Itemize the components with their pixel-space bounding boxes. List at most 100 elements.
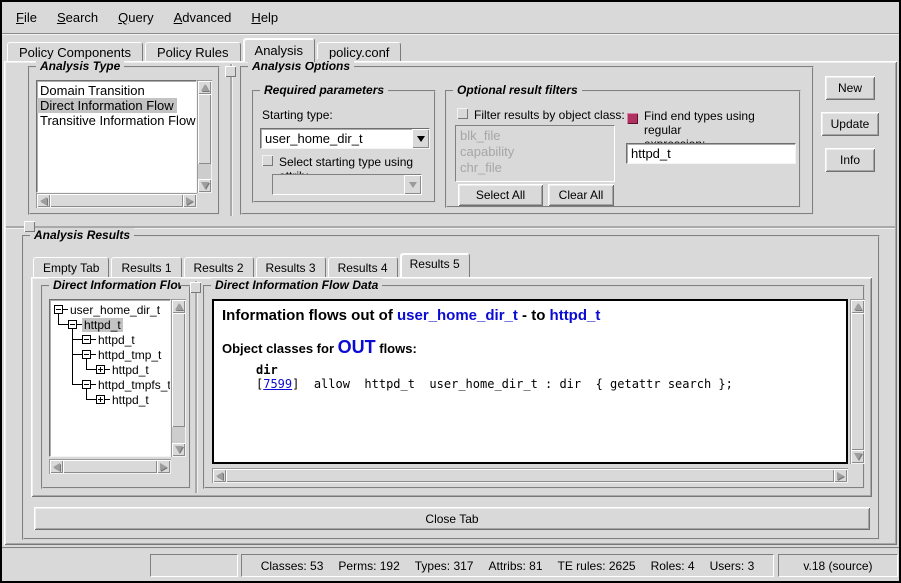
close-tab-button[interactable]: Close Tab	[34, 507, 870, 530]
tree-node[interactable]: httpd_t	[110, 363, 151, 377]
scroll-up-icon[interactable]	[172, 300, 185, 313]
results-tab[interactable]: Results 3	[256, 257, 326, 277]
results-sash-vertical[interactable]	[195, 281, 197, 493]
main-tab[interactable]: Analysis	[243, 38, 315, 62]
chevron-down-icon[interactable]	[412, 129, 429, 148]
menu-item[interactable]: Help	[241, 4, 288, 31]
analysis-results-legend: Analysis Results	[30, 228, 134, 242]
analysis-type-hscrollbar[interactable]	[36, 193, 197, 208]
analysis-type-option[interactable]: Transitive Information Flow	[37, 113, 197, 128]
tree-vscrollbar[interactable]	[171, 299, 186, 457]
new-button[interactable]: New	[825, 76, 875, 100]
starting-type-combobox[interactable]: user_home_dir_t	[260, 128, 430, 149]
analysis-type-option[interactable]: Domain Transition	[37, 83, 148, 98]
scrollbar-thumb[interactable]	[198, 94, 211, 164]
flow-data-legend: Direct Information Flow Data	[211, 278, 382, 292]
tree-node[interactable]: httpd_tmpfs_t	[96, 378, 171, 392]
policy-stat: Types: 317	[415, 559, 474, 573]
flow-title: Information flows out of user_home_dir_t…	[222, 307, 838, 324]
filter-by-class-checkbox[interactable]	[457, 108, 468, 119]
results-tab[interactable]: Results 1	[111, 257, 181, 277]
tree-node[interactable]: httpd_tmp_t	[96, 348, 163, 362]
scroll-down-icon[interactable]	[172, 443, 185, 456]
tree-node[interactable]: httpd_t	[96, 333, 137, 347]
menu-item[interactable]: File	[6, 4, 47, 31]
results-tab[interactable]: Results 2	[184, 257, 254, 277]
starting-type-label: Starting type:	[262, 108, 333, 122]
tree-node[interactable]: httpd_t	[110, 393, 151, 407]
filter-by-class-label: Filter results by object class:	[474, 108, 625, 122]
results-tab[interactable]: Results 5	[400, 253, 470, 277]
policy-stat: Classes: 53	[261, 559, 324, 573]
required-parameters-legend: Required parameters	[260, 83, 388, 97]
object-class-option: blk_file	[460, 128, 610, 144]
results-tab[interactable]: Empty Tab	[33, 257, 109, 277]
analysis-type-vscrollbar[interactable]	[197, 80, 212, 193]
attrib-combobox	[272, 174, 422, 195]
update-button[interactable]: Update	[821, 112, 879, 136]
flow-tree-group: Direct Information Flow T user_home_dir_…	[41, 285, 191, 489]
pane-sash-handle[interactable]	[225, 66, 236, 77]
tree-node[interactable]: user_home_dir_t	[68, 303, 162, 317]
scrollbar-thumb[interactable]	[63, 460, 157, 473]
scroll-left-icon[interactable]	[37, 194, 50, 207]
scroll-down-icon[interactable]	[851, 450, 864, 463]
flow-tree-legend: Direct Information Flow T	[49, 278, 181, 292]
scroll-up-icon[interactable]	[198, 81, 211, 94]
data-hscrollbar[interactable]	[212, 468, 848, 483]
plus-box-icon[interactable]	[96, 365, 105, 374]
scroll-right-icon[interactable]	[157, 460, 170, 473]
scroll-right-icon[interactable]	[183, 194, 196, 207]
tree-node[interactable]: httpd_t	[82, 318, 123, 332]
info-button[interactable]: Info	[825, 148, 875, 172]
plus-box-icon[interactable]	[96, 395, 105, 404]
minus-box-icon[interactable]	[82, 335, 91, 344]
source-type: user_home_dir_t	[397, 307, 518, 324]
apol-window: FileSearchQueryAdvancedHelp Policy Compo…	[0, 0, 901, 583]
pane-sash-handle[interactable]	[24, 221, 35, 232]
minus-box-icon[interactable]	[82, 380, 91, 389]
scrollbar-thumb[interactable]	[50, 194, 183, 207]
scroll-right-icon[interactable]	[834, 469, 847, 482]
starting-type-value[interactable]: user_home_dir_t	[260, 128, 430, 149]
data-vscrollbar[interactable]	[850, 299, 865, 464]
scroll-left-icon[interactable]	[213, 469, 226, 482]
attrib-checkbox[interactable]	[262, 155, 273, 166]
results-sash-handle[interactable]	[190, 282, 201, 293]
main-tab[interactable]: Policy Rules	[145, 42, 241, 62]
menu-item[interactable]: Advanced	[164, 4, 242, 31]
minus-box-icon[interactable]	[68, 320, 77, 329]
scrollbar-thumb[interactable]	[172, 313, 185, 427]
regex-checkbox[interactable]	[627, 113, 638, 124]
policy-stat: Perms: 192	[338, 559, 399, 573]
analysis-type-group: Analysis Type Domain TransitionDirect In…	[28, 66, 220, 215]
rule-number-link[interactable]: 7599	[263, 377, 292, 391]
results-panel: Direct Information Flow T user_home_dir_…	[31, 277, 872, 497]
regex-input[interactable]: httpd_t	[626, 143, 796, 164]
select-all-button[interactable]: Select All	[458, 184, 543, 206]
scrollbar-thumb[interactable]	[851, 313, 864, 450]
clear-all-button[interactable]: Clear All	[548, 184, 614, 206]
minus-box-icon[interactable]	[82, 350, 91, 359]
tree-hscrollbar[interactable]	[49, 459, 171, 474]
scrollbar-thumb[interactable]	[226, 469, 834, 482]
analysis-type-listbox[interactable]: Domain TransitionDirect Information Flow…	[36, 80, 197, 193]
target-type: httpd_t	[550, 307, 601, 324]
pane-sash-horizontal[interactable]	[6, 226, 895, 228]
pane-sash-vertical[interactable]	[230, 64, 232, 216]
minus-box-icon[interactable]	[54, 305, 63, 314]
analysis-type-option[interactable]: Direct Information Flow	[37, 98, 177, 113]
flow-data-group: Direct Information Flow Data Information…	[203, 285, 865, 489]
analysis-options-group: Analysis Options Required parameters Sta…	[240, 66, 814, 215]
attrib-combobox-value	[272, 174, 422, 195]
object-class-name: dir	[256, 363, 838, 377]
scroll-up-icon[interactable]	[851, 300, 864, 313]
results-tab[interactable]: Results 4	[328, 257, 398, 277]
menu-item[interactable]: Search	[47, 4, 108, 31]
scroll-left-icon[interactable]	[50, 460, 63, 473]
filter-checkbox-row[interactable]: Filter results by object class:	[457, 108, 625, 122]
flow-tree-canvas[interactable]: user_home_dir_thttpd_thttpd_thttpd_tmp_t…	[49, 299, 171, 457]
menu-item[interactable]: Query	[108, 4, 163, 31]
scroll-down-icon[interactable]	[198, 179, 211, 192]
analysis-type-legend: Analysis Type	[36, 59, 124, 73]
